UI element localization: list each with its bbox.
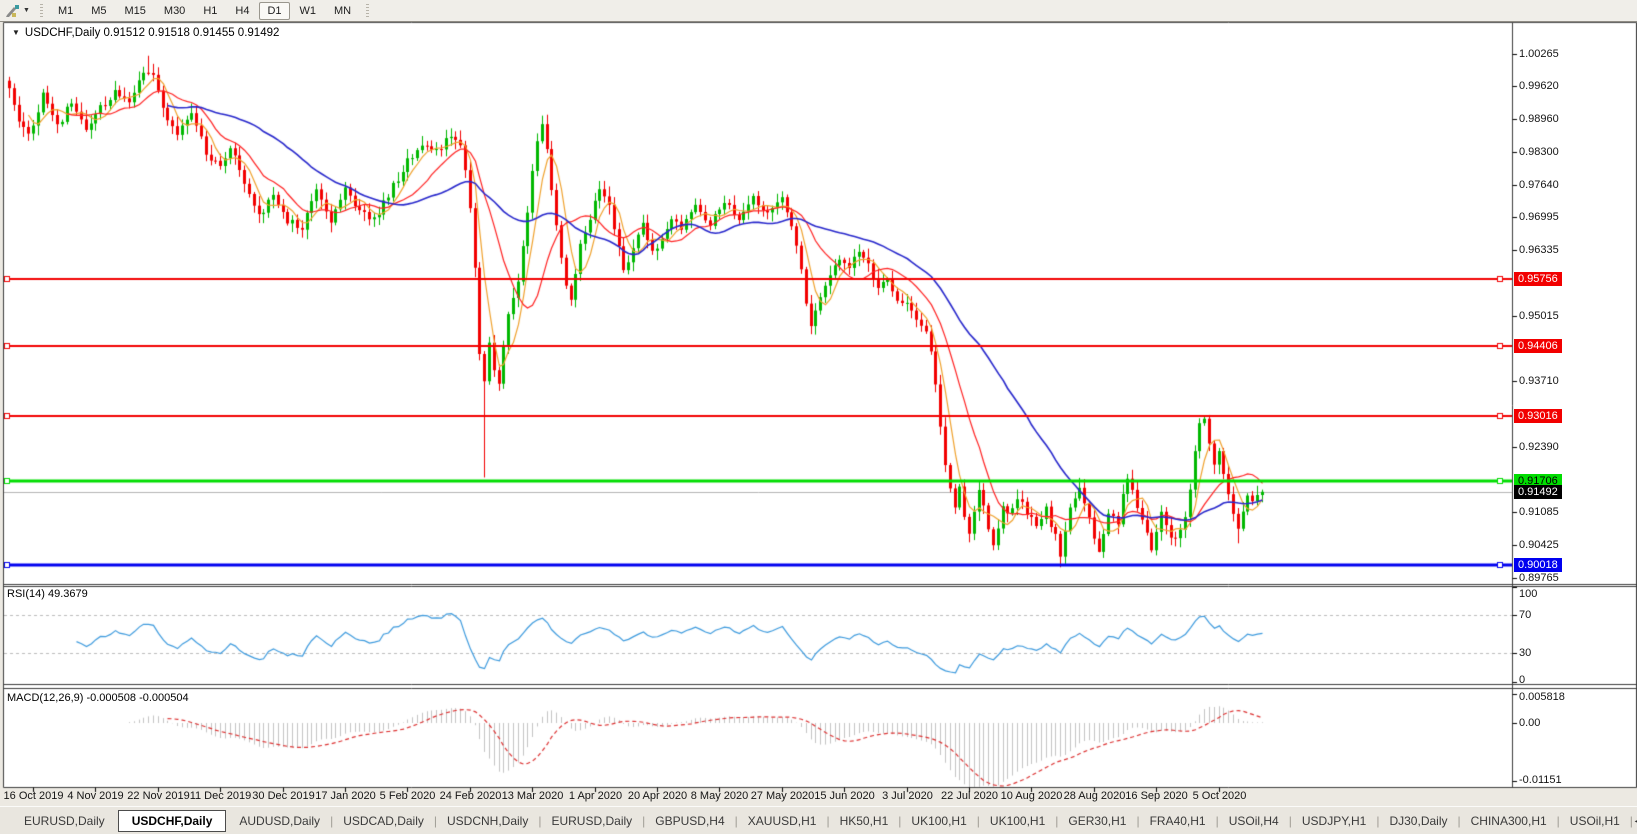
timeframe-button-h4[interactable]: H4 — [227, 2, 257, 20]
macd-axis-label: 0.005818 — [1519, 691, 1565, 703]
chart-tab-eurusd-daily[interactable]: EURUSD,Daily — [541, 812, 642, 830]
price-axis-label: 0.89765 — [1519, 571, 1559, 584]
rsi-indicator-label: RSI(14) 49.3679 — [7, 588, 88, 600]
date-axis-label: 15 Jun 2020 — [814, 790, 875, 802]
date-axis-label: 22 Nov 2019 — [127, 790, 190, 802]
chart-tab-gbpusd-h4[interactable]: GBPUSD,H4 — [645, 812, 734, 830]
date-axis-label: 5 Oct 2020 — [1192, 790, 1247, 802]
timeframe-button-group: M1 M5 M15 M30 H1 H4 D1 W1 MN — [49, 1, 360, 20]
chart-tab-dj30-daily[interactable]: DJ30,Daily — [1379, 812, 1457, 830]
resistance-line-price-badge: 0.94406 — [1514, 339, 1562, 354]
chart-tab-usdcad-daily[interactable]: USDCAD,Daily — [333, 812, 434, 830]
chart-tab-uk100-h1[interactable]: UK100,H1 — [980, 812, 1055, 830]
toolbar-grip — [39, 3, 43, 18]
chart-tab-usdcnh-daily[interactable]: USDCNH,Daily — [437, 812, 538, 830]
price-axis-label: 0.98960 — [1519, 112, 1559, 125]
timeframe-button-h1[interactable]: H1 — [195, 2, 225, 20]
date-axis-label: 3 Jul 2020 — [882, 790, 933, 802]
date-axis-label: 16 Oct 2019 — [3, 790, 64, 802]
chart-tab-usdjpy-h1[interactable]: USDJPY,H1 — [1292, 812, 1376, 830]
chart-tab-china300-h1[interactable]: CHINA300,H1 — [1461, 812, 1557, 830]
date-axis-label: 24 Feb 2020 — [439, 790, 502, 802]
chart-tab-xauusd-h1[interactable]: XAUUSD,H1 — [738, 812, 827, 830]
resistance-line-price-badge: 0.95756 — [1514, 272, 1562, 287]
drawing-tools-icon[interactable] — [2, 3, 22, 19]
price-axis-label: 0.99620 — [1519, 79, 1559, 92]
current-price-price-badge: 0.91492 — [1514, 484, 1562, 499]
date-axis-label: 16 Sep 2020 — [1125, 790, 1188, 802]
timeframe-button-w1[interactable]: W1 — [292, 2, 325, 20]
date-axis-label: 28 Aug 2020 — [1063, 790, 1126, 802]
price-axis-label: 0.91085 — [1519, 505, 1559, 518]
rsi-axis-label: 70 — [1519, 608, 1532, 621]
price-axis-label: 0.95015 — [1519, 309, 1559, 322]
chart-tab-hk50-h1[interactable]: HK50,H1 — [830, 812, 899, 830]
rsi-axis-label: 30 — [1519, 646, 1532, 659]
date-axis-label: 13 Mar 2020 — [501, 790, 564, 802]
support-line-price-badge: 0.90018 — [1514, 558, 1562, 573]
chart-tab-audusd-daily[interactable]: AUDUSD,Daily — [229, 812, 330, 830]
date-axis-label: 27 May 2020 — [750, 790, 815, 802]
price-axis-label: 0.92390 — [1519, 440, 1559, 453]
chart-tab-usoil-h1[interactable]: USOil,H1 — [1560, 812, 1630, 830]
date-axis-label: 30 Dec 2019 — [252, 790, 315, 802]
chart-tabs-bar: EURUSD,Daily USDCHF,Daily AUDUSD,Daily | USD… — [0, 806, 1637, 834]
chart-tab-ger30-h1[interactable]: GER30,H1 — [1058, 812, 1136, 830]
timeframe-button-m1[interactable]: M1 — [50, 2, 81, 20]
toolbar-grip — [366, 3, 370, 18]
date-axis-label: 22 Jul 2020 — [941, 790, 998, 802]
date-axis-label: 4 Nov 2019 — [67, 790, 124, 802]
chart-title-text: USDCHF,Daily 0.91512 0.91518 0.91455 0.9… — [24, 27, 280, 39]
price-axis-label: 0.96995 — [1519, 210, 1559, 223]
rsi-axis-label: 100 — [1519, 588, 1538, 600]
chart-tab-usoil-h4[interactable]: USOil,H4 — [1219, 812, 1289, 830]
date-axis-label: 17 Jan 2020 — [315, 790, 376, 802]
date-axis-label: 5 Feb 2020 — [379, 790, 436, 802]
date-axis-label: 11 Dec 2019 — [189, 790, 252, 802]
timeframe-button-d1[interactable]: D1 — [259, 1, 290, 20]
chart-collapse-caret-icon[interactable]: ▼ — [12, 28, 20, 37]
macd-axis-label: -0.01151 — [1519, 774, 1562, 786]
price-axis-label: 0.93710 — [1519, 374, 1559, 387]
toolbar-dropdown-caret-icon[interactable]: ▼ — [22, 7, 34, 14]
price-axis-label: 1.00265 — [1519, 47, 1559, 60]
price-axis-label: 0.96335 — [1519, 243, 1559, 256]
tabs-scroll-left-icon[interactable]: ◄ — [1633, 816, 1637, 826]
resistance-line-price-badge: 0.93016 — [1514, 408, 1562, 423]
chart-tab-usdchf-daily[interactable]: USDCHF,Daily — [117, 809, 227, 832]
timeframe-button-mn[interactable]: MN — [326, 2, 359, 20]
date-axis-label: 1 Apr 2020 — [568, 790, 623, 802]
chart-canvas[interactable] — [0, 0, 1637, 834]
date-axis-label: 10 Aug 2020 — [1000, 790, 1063, 802]
timeframe-button-m30[interactable]: M30 — [156, 2, 193, 20]
chart-tab-uk100-h1[interactable]: UK100,H1 — [901, 812, 976, 830]
price-axis-label: 0.97640 — [1519, 178, 1559, 191]
timeframe-button-m15[interactable]: M15 — [117, 2, 154, 20]
date-axis-label: 8 May 2020 — [690, 790, 749, 802]
macd-indicator-label: MACD(12,26,9) -0.000508 -0.000504 — [7, 692, 189, 704]
tab-scroll-arrows: ◄► — [1633, 816, 1637, 826]
chart-tab-fra40-h1[interactable]: FRA40,H1 — [1140, 812, 1216, 830]
chart-tab-eurusd-daily[interactable]: EURUSD,Daily — [14, 812, 115, 830]
top-toolbar: ▼ M1 M5 M15 M30 H1 H4 D1 W1 MN — [0, 0, 1637, 22]
rsi-axis-label: 0 — [1519, 674, 1526, 686]
price-axis-label: 0.98300 — [1519, 145, 1559, 158]
date-axis-label: 20 Apr 2020 — [627, 790, 688, 802]
chart-title: ▼ USDCHF,Daily 0.91512 0.91518 0.91455 0.… — [12, 27, 279, 39]
timeframe-button-m5[interactable]: M5 — [83, 2, 114, 20]
macd-axis-label: 0.00 — [1519, 716, 1541, 729]
price-axis-label: 0.90425 — [1519, 538, 1559, 551]
